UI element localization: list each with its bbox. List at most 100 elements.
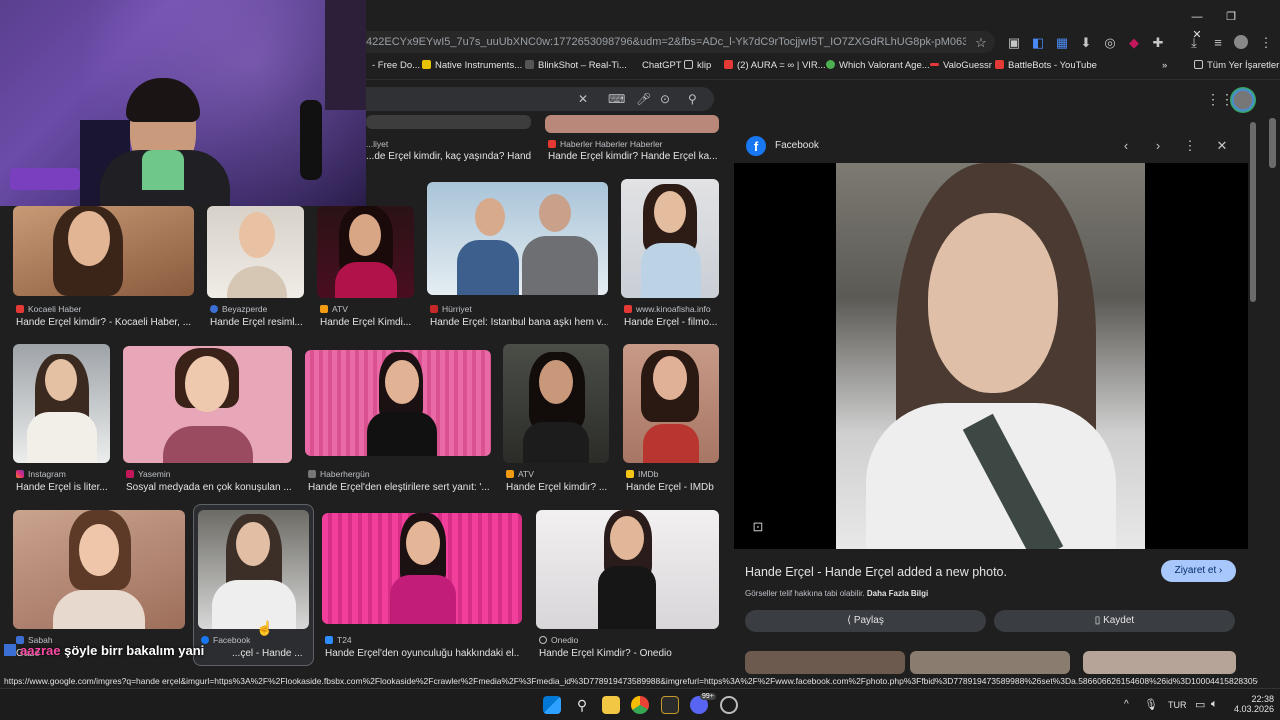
extension3-icon[interactable]: ◆ [1126, 35, 1142, 51]
result-thumbnail[interactable] [545, 115, 719, 133]
bookmark-item[interactable]: ValoGuessr [930, 60, 992, 71]
lens-search-icon[interactable]: ⊡ [750, 519, 766, 535]
file-explorer-icon[interactable] [602, 696, 620, 714]
mic-tray-icon[interactable]: 🎙︎ [1144, 698, 1158, 711]
result-source: Beyazperde [210, 304, 267, 314]
result-title[interactable]: Hande Erçel - filmo... [624, 317, 719, 328]
more-options-icon[interactable]: ⋮ [1182, 138, 1198, 154]
obs-icon[interactable] [720, 696, 738, 714]
more-bookmarks-icon[interactable]: » [1162, 60, 1167, 71]
bookmark-item[interactable]: Native Instruments... [422, 60, 522, 71]
download-ext-icon[interactable]: ⬇ [1078, 35, 1094, 51]
result-thumbnail[interactable] [322, 513, 522, 624]
result-title[interactable]: Hande Erçel: İstanbul bana aşkı hem v... [430, 317, 608, 328]
result-source: ATV [506, 469, 534, 479]
bookmark-item[interactable]: BattleBots - YouTube [995, 60, 1097, 71]
search-icon[interactable]: ⚲ [688, 92, 697, 106]
result-source: www.kinoafisha.info [624, 304, 711, 314]
result-thumbnail[interactable] [207, 206, 304, 298]
result-title[interactable]: Hande Erçel is liter... [16, 482, 110, 493]
account-avatar[interactable] [1230, 87, 1256, 113]
bookmark-item[interactable]: Which Valorant Age... [826, 60, 930, 71]
visit-button[interactable]: Ziyaret et › [1161, 560, 1236, 582]
close-button[interactable]: ✕ [1180, 28, 1214, 41]
face-shape [610, 516, 644, 560]
search-input[interactable]: ✕ ⌨ 🎤︎ ⊙ ⚲ [340, 87, 714, 111]
bookmark-star-icon[interactable]: ☆ [973, 35, 989, 51]
windows-start-icon[interactable] [543, 696, 561, 714]
minimize-button[interactable]: — [1180, 11, 1214, 23]
network-icon[interactable]: ▭ [1195, 698, 1205, 711]
next-icon[interactable]: › [1150, 138, 1166, 154]
tray-chevron-icon[interactable]: ^ [1124, 699, 1129, 710]
result-thumbnail[interactable] [198, 510, 309, 629]
extension2-icon[interactable]: ◎ [1102, 35, 1118, 51]
more-info-link[interactable]: Daha Fazla Bilgi [867, 589, 928, 598]
extension-icon[interactable]: ▣ [1006, 35, 1022, 51]
result-thumbnail[interactable] [503, 344, 609, 463]
result-thumbnail[interactable] [366, 115, 531, 129]
site-favicon [506, 470, 514, 478]
result-title[interactable]: Hande Erçel'den oyunculuğu hakkındaki el… [325, 648, 520, 659]
clear-icon[interactable]: ✕ [578, 92, 588, 106]
maximize-button[interactable]: ❐ [1214, 10, 1248, 23]
volume-icon[interactable]: 🔈︎ [1211, 698, 1218, 711]
result-title[interactable]: Hande Erçel kimdir? - Kocaeli Haber, ... [16, 317, 194, 328]
bookmark-item[interactable]: BlinkShot – Real-Ti... [525, 60, 627, 71]
result-title[interactable]: Hande Erçel'den eleştirilere sert yanıt:… [308, 482, 491, 493]
result-title[interactable]: ...çel - Hande ... [232, 648, 310, 659]
related-thumbnail[interactable] [745, 651, 905, 674]
result-thumbnail[interactable] [123, 346, 292, 463]
result-thumbnail[interactable] [427, 182, 608, 295]
result-thumbnail[interactable] [13, 344, 110, 463]
scrollbar-thumb[interactable] [1250, 122, 1256, 302]
app-icon[interactable] [661, 696, 679, 714]
result-title[interactable]: ...de Erçel kimdir, kaç yaşında? Hand... [366, 151, 531, 162]
chrome-icon[interactable] [631, 696, 649, 714]
close-panel-icon[interactable]: ✕ [1214, 138, 1230, 154]
result-thumbnail[interactable] [13, 510, 185, 629]
bookmark-item[interactable]: klip [684, 60, 711, 71]
all-bookmarks[interactable]: Tüm Yer İşaretleri [1194, 60, 1280, 71]
translate-icon[interactable]: ◧ [1030, 35, 1046, 51]
result-title[interactable]: Hande Erçel kimdir? Hande Erçel ka... [548, 151, 718, 162]
result-title[interactable]: Hande Erçel Kimdi... [320, 317, 414, 328]
result-thumbnail[interactable] [13, 206, 194, 296]
result-title[interactable]: Sosyal medyada en çok konuşulan ... [126, 482, 292, 493]
shirt-shape [212, 580, 296, 629]
language-indicator[interactable]: TUR [1168, 700, 1187, 710]
preview-image[interactable] [836, 163, 1145, 549]
result-thumbnail[interactable] [305, 350, 491, 456]
keyboard-icon[interactable]: ⌨ [608, 92, 625, 106]
result-title[interactable]: Hande Erçel Kimdir? - Onedio [539, 648, 719, 659]
result-thumbnail[interactable] [317, 206, 414, 298]
puzzle-icon[interactable]: ✚ [1150, 35, 1166, 51]
previous-icon[interactable]: ‹ [1118, 138, 1134, 154]
result-thumbnail[interactable] [536, 510, 719, 629]
result-title[interactable]: Hande Erçel - IMDb [626, 482, 719, 493]
clock[interactable]: 22:38 4.03.2026 [1234, 694, 1274, 714]
result-thumbnail[interactable] [621, 179, 719, 298]
bookmark-item[interactable]: - Free Do... [372, 60, 420, 71]
result-title[interactable]: Hande Erçel resiml... [210, 317, 304, 328]
result-thumbnail[interactable] [623, 344, 719, 463]
panel-source[interactable]: Facebook [775, 140, 819, 151]
search-icon[interactable]: ⚲ [573, 696, 591, 714]
lens-icon[interactable]: ⊙ [660, 92, 670, 106]
save-button[interactable]: ▯ Kaydet [994, 610, 1235, 632]
result-title[interactable]: Hande Erçel kimdir? ... [506, 482, 609, 493]
calendar-icon[interactable]: ▦ [1054, 35, 1070, 51]
mic-icon[interactable]: 🎤︎ [636, 92, 651, 106]
bookmark-item[interactable]: ChatGPT [642, 60, 682, 71]
site-favicon [539, 636, 547, 644]
related-thumbnail[interactable] [910, 651, 1070, 674]
apps-grid-icon[interactable]: ⋮⋮ [1206, 91, 1234, 107]
bookmark-item[interactable]: (2) AURA = ∞ | VIR... [724, 60, 826, 71]
address-url[interactable]: 422ECYx9EYwI5_7u7s_uuUbXNC0w:17726530987… [366, 36, 966, 48]
result-source: ATV [320, 304, 348, 314]
page-scrollbar[interactable] [1249, 118, 1258, 674]
window-scrollbar-thumb[interactable] [1269, 118, 1276, 168]
panel-title[interactable]: Hande Erçel - Hande Erçel added a new ph… [745, 565, 1007, 579]
share-button[interactable]: ⟨ Paylaş [745, 610, 986, 632]
related-thumbnail[interactable] [1083, 651, 1236, 674]
